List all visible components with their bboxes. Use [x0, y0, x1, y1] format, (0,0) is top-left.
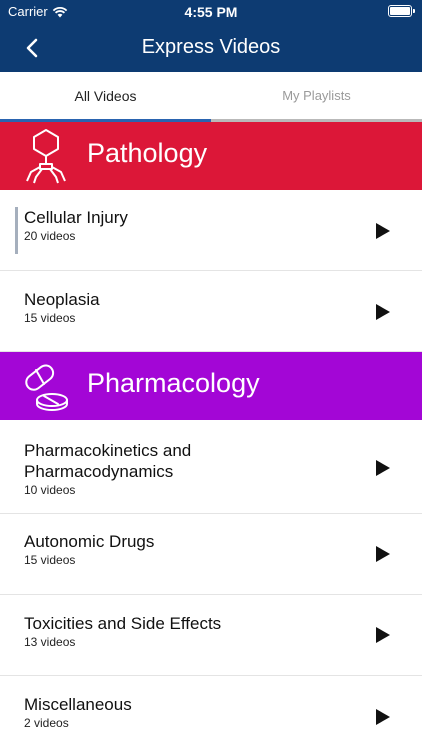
- tab-my-playlists[interactable]: My Playlists: [211, 72, 422, 119]
- list-item-count: 2 videos: [24, 716, 69, 730]
- selection-indicator: [15, 207, 18, 254]
- page-title: Express Videos: [141, 36, 281, 58]
- list-item-autonomic-drugs[interactable]: Autonomic Drugs 15 videos: [0, 514, 422, 595]
- top-bar: Carrier 4:55 PM Express Videos: [0, 0, 422, 72]
- play-icon[interactable]: [376, 460, 390, 476]
- list-item-text: Pharmacokinetics and Pharmacodynamics 10…: [24, 440, 324, 497]
- play-icon[interactable]: [376, 627, 390, 643]
- section-title: Pharmacology: [87, 368, 260, 398]
- list-item-text: Autonomic Drugs 15 videos: [24, 531, 154, 567]
- status-time: 4:55 PM: [184, 4, 238, 20]
- play-icon[interactable]: [376, 304, 390, 320]
- list-item-count: 10 videos: [24, 483, 76, 497]
- section-header-pharmacology[interactable]: Pharmacology: [0, 352, 422, 420]
- list-item-text: Toxicities and Side Effects 13 videos: [24, 613, 221, 649]
- list-item-count: 15 videos: [24, 311, 76, 325]
- play-icon[interactable]: [376, 546, 390, 562]
- list-item-miscellaneous[interactable]: Miscellaneous 2 videos: [0, 676, 422, 750]
- list-item-title: Miscellaneous: [24, 695, 132, 714]
- list-item-title: Toxicities and Side Effects: [24, 614, 222, 633]
- list-item-title: Pharmacokinetics and Pharmacodynamics: [24, 441, 192, 481]
- list-item-pharmacokinetics[interactable]: Pharmacokinetics and Pharmacodynamics 10…: [0, 420, 422, 514]
- list-item-neoplasia[interactable]: Neoplasia 15 videos: [0, 271, 422, 352]
- pills-icon: [25, 364, 68, 411]
- section-header-pathology[interactable]: Pathology: [0, 122, 422, 190]
- section-title: Pathology: [87, 138, 208, 168]
- list-item-toxicities[interactable]: Toxicities and Side Effects 13 videos: [0, 595, 422, 676]
- list-item-title: Neoplasia: [24, 290, 100, 309]
- status-bar: Carrier 4:55 PM: [0, 0, 422, 24]
- list-item-text: Cellular Injury 20 videos: [24, 207, 128, 243]
- tab-all-videos[interactable]: All Videos: [0, 72, 211, 119]
- play-icon[interactable]: [376, 709, 390, 725]
- virus-icon: [26, 129, 66, 184]
- list-item-count: 20 videos: [24, 229, 76, 243]
- list-item-title: Cellular Injury: [24, 208, 128, 227]
- tab-bar: All Videos My Playlists: [0, 72, 422, 122]
- list-item-text: Miscellaneous 2 videos: [24, 694, 132, 730]
- list-item-count: 15 videos: [24, 553, 76, 567]
- list-item-text: Neoplasia 15 videos: [24, 289, 100, 325]
- list-item-count: 13 videos: [24, 635, 76, 649]
- battery-icon: [388, 5, 415, 17]
- list-item-title: Autonomic Drugs: [24, 532, 155, 551]
- play-icon[interactable]: [376, 223, 390, 239]
- list-item-cellular-injury[interactable]: Cellular Injury 20 videos: [0, 190, 422, 271]
- navigation-bar: Express Videos: [0, 24, 422, 72]
